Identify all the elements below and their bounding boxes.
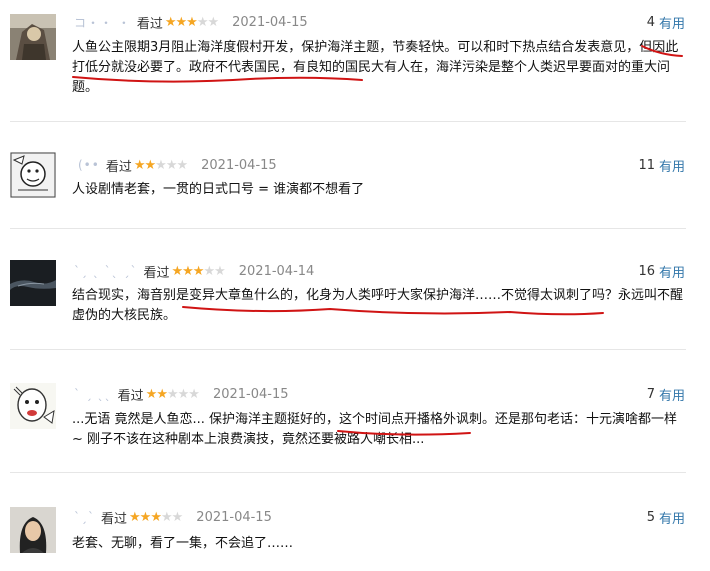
divider: [10, 349, 686, 350]
vote-count: 7: [646, 386, 655, 402]
vote-count: 16: [638, 263, 655, 279]
watched-label: 看过: [143, 265, 170, 281]
useful-button[interactable]: 有用: [659, 156, 685, 175]
user-avatar[interactable]: [10, 152, 56, 198]
review-text: 结合现实，海音别是变异大章鱼什么的，化身为人类呼吁大家保护海洋……不觉得太讽刺了…: [72, 288, 684, 323]
username[interactable]: ˋ ˏ ˎˎ: [74, 387, 112, 401]
review-date: 2021-04-15: [232, 14, 308, 30]
rating-stars: ★★★★★: [164, 14, 219, 30]
rating-stars: ★★★★★: [145, 386, 200, 402]
useful-vote[interactable]: 11 有用: [638, 155, 685, 175]
useful-vote[interactable]: 16 有用: [638, 261, 685, 281]
useful-button[interactable]: 有用: [659, 262, 685, 281]
username[interactable]: (••: [78, 158, 100, 172]
useful-button[interactable]: 有用: [659, 508, 685, 527]
vote-count: 5: [646, 509, 655, 525]
rating-stars: ★★★★★: [171, 263, 225, 279]
watched-label: 看过: [117, 388, 144, 404]
username[interactable]: コ・・ ・: [74, 14, 131, 31]
username[interactable]: ˋˏ ˎ ˋˎ ˏˋ: [74, 264, 137, 278]
review-date: 2021-04-15: [212, 386, 289, 402]
user-avatar[interactable]: [10, 507, 56, 553]
useful-button[interactable]: 有用: [659, 13, 685, 32]
divider: [10, 472, 686, 473]
divider: [10, 228, 686, 229]
vote-count: 11: [638, 157, 655, 173]
review-text: 人鱼公主限期3月阻止海洋度假村开发，保护海洋主题，节奏轻快。可以和时下热点结合发…: [72, 40, 679, 95]
watched-label: 看过: [101, 511, 128, 527]
username[interactable]: ˋˏˋ: [74, 510, 95, 524]
vote-count: 4: [646, 14, 655, 30]
review-text: ...无语 竟然是人鱼恋... 保护海洋主题挺好的，这个时间点开播格外讽刺。还是…: [72, 412, 678, 447]
user-avatar[interactable]: [10, 260, 56, 306]
review-text: 老套、无聊，看了一集，不会追了……: [72, 536, 294, 551]
review-date: 2021-04-15: [196, 509, 272, 525]
divider: [10, 121, 686, 122]
review-date: 2021-04-15: [201, 157, 277, 173]
rating-stars: ★★★★★: [133, 157, 188, 173]
review-text: 人设剧情老套，一贯的日式口号 = 谁演都不想看了: [72, 182, 365, 197]
useful-vote[interactable]: 4 有用: [647, 12, 685, 32]
rating-stars: ★★★★★: [129, 509, 183, 525]
watched-label: 看过: [136, 16, 163, 32]
watched-label: 看过: [105, 159, 132, 175]
user-avatar[interactable]: [10, 14, 56, 60]
user-avatar[interactable]: [10, 383, 56, 429]
useful-vote[interactable]: 5 有用: [647, 507, 685, 527]
useful-vote[interactable]: 7 有用: [647, 384, 685, 404]
review-date: 2021-04-14: [238, 263, 315, 279]
useful-button[interactable]: 有用: [659, 385, 685, 404]
